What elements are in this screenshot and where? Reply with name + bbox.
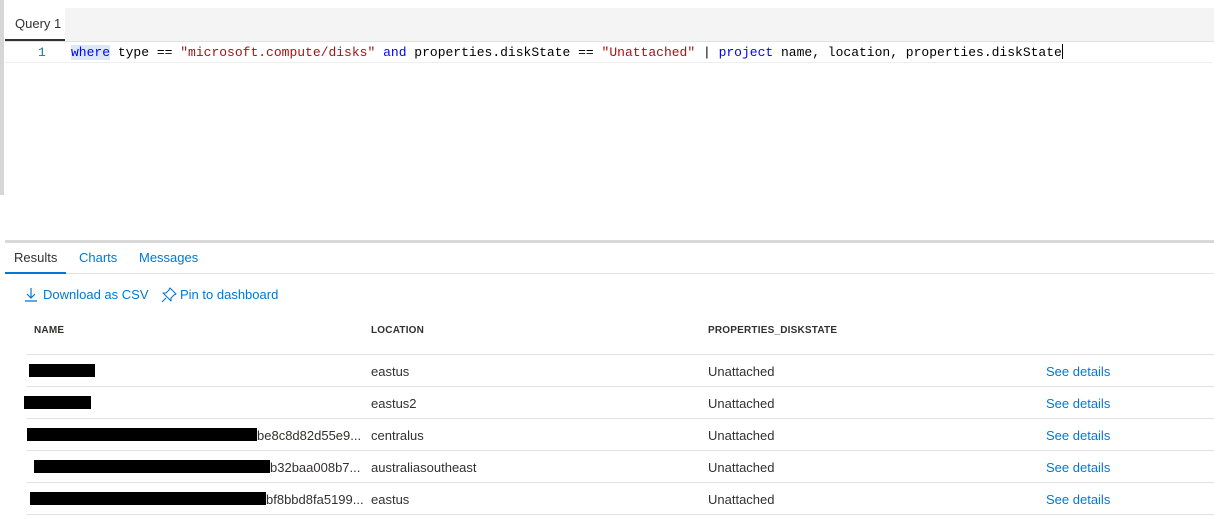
cell-diskstate: Unattached bbox=[708, 460, 775, 475]
redacted-name bbox=[27, 428, 257, 441]
table-row[interactable]: eastus2 Unattached See details bbox=[24, 387, 1214, 420]
cell-diskstate: Unattached bbox=[708, 364, 775, 379]
table-row[interactable]: be8c8d82d55e9... centralus Unattached Se… bbox=[27, 419, 1214, 451]
cell-location: centralus bbox=[371, 428, 424, 443]
column-header-diskstate[interactable]: PROPERTIES_DISKSTATE bbox=[708, 314, 837, 348]
text-caret bbox=[1061, 44, 1063, 59]
see-details-link[interactable]: See details bbox=[1046, 483, 1110, 516]
cell-diskstate: Unattached bbox=[708, 396, 775, 411]
code-text: name, location, properties.diskState bbox=[773, 45, 1062, 60]
cell-name: be8c8d82d55e9... bbox=[257, 428, 362, 443]
code-string: "Unattached" bbox=[601, 45, 696, 60]
cell-location: eastus bbox=[371, 364, 410, 379]
code-text: | bbox=[695, 45, 719, 60]
see-details-link[interactable]: See details bbox=[1046, 387, 1110, 420]
code-text: properties.diskState == bbox=[406, 45, 602, 60]
cell-diskstate: Unattached bbox=[708, 492, 775, 507]
tab-query-1[interactable]: Query 1 bbox=[5, 8, 65, 41]
redacted-name bbox=[30, 492, 266, 505]
tab-charts[interactable]: Charts bbox=[79, 244, 117, 272]
editor-line-1[interactable]: 1 where type == "microsoft.compute/disks… bbox=[5, 43, 1212, 63]
see-details-link[interactable]: See details bbox=[1046, 419, 1110, 452]
redacted-name bbox=[24, 396, 91, 409]
results-tab-bar: Results Charts Messages bbox=[5, 244, 1214, 274]
cell-name: b32baa008b7... bbox=[270, 460, 361, 475]
download-icon bbox=[25, 288, 37, 302]
editor-left-edge bbox=[0, 0, 4, 195]
pane-splitter[interactable] bbox=[5, 240, 1214, 243]
keyword-project: project bbox=[718, 45, 774, 60]
pin-to-dashboard-label: Pin to dashboard bbox=[180, 287, 279, 302]
see-details-link[interactable]: See details bbox=[1046, 355, 1110, 388]
keyword-and: and bbox=[383, 45, 407, 60]
cell-name: bf8bbd8fa5199... bbox=[266, 492, 364, 507]
redacted-name bbox=[34, 460, 270, 473]
cell-diskstate: Unattached bbox=[708, 428, 775, 443]
query-code[interactable]: where type == "microsoft.compute/disks" … bbox=[71, 43, 1063, 62]
table-header: NAME LOCATION PROPERTIES_DISKSTATE bbox=[27, 314, 1214, 355]
cell-location: eastus2 bbox=[371, 396, 417, 411]
pin-icon bbox=[161, 287, 177, 303]
table-row[interactable]: bf8bbd8fa5199... eastus Unattached See d… bbox=[27, 483, 1214, 515]
cell-location: australiasoutheast bbox=[371, 460, 477, 475]
code-string: "microsoft.compute/disks" bbox=[180, 45, 376, 60]
query-tab-bar: Query 1 bbox=[5, 8, 1214, 42]
table-row[interactable]: b32baa008b7... australiasoutheast Unatta… bbox=[27, 451, 1214, 483]
tab-results[interactable]: Results bbox=[5, 244, 67, 274]
code-text: type == bbox=[110, 45, 181, 60]
column-header-name[interactable]: NAME bbox=[34, 314, 64, 348]
tab-messages[interactable]: Messages bbox=[139, 244, 198, 272]
query-editor[interactable]: 1 where type == "microsoft.compute/disks… bbox=[5, 42, 1214, 240]
keyword-where: where bbox=[71, 45, 111, 60]
see-details-link[interactable]: See details bbox=[1046, 451, 1110, 484]
download-csv-label: Download as CSV bbox=[43, 287, 149, 302]
results-table: NAME LOCATION PROPERTIES_DISKSTATE eastu… bbox=[24, 314, 1214, 515]
column-header-location[interactable]: LOCATION bbox=[371, 314, 424, 348]
line-number: 1 bbox=[38, 45, 46, 60]
cell-location: eastus bbox=[371, 492, 410, 507]
table-row[interactable]: eastus Unattached See details bbox=[27, 355, 1214, 387]
redacted-name bbox=[29, 364, 95, 377]
